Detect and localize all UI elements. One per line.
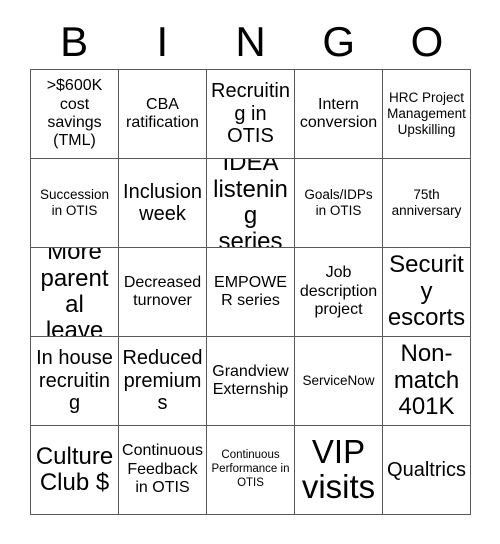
bingo-cell[interactable]: >$600K cost savings (TML)	[31, 70, 119, 159]
bingo-cell-label: CBA ratification	[126, 95, 199, 131]
bingo-cell[interactable]: Inclusion week	[119, 159, 207, 248]
bingo-grid: >$600K cost savings (TML) CBA ratificati…	[30, 69, 471, 515]
bingo-cell[interactable]: Qualtrics	[383, 426, 471, 515]
bingo-cell[interactable]: IDEA listening series	[207, 159, 295, 248]
bingo-cell-label: >$600K cost savings (TML)	[46, 77, 103, 150]
bingo-cell-label: Recruiting in OTIS	[211, 80, 290, 148]
bingo-cell[interactable]: Decreased turnover	[119, 248, 207, 337]
bingo-cell[interactable]: Succession in OTIS	[31, 159, 119, 248]
bingo-cell[interactable]: Security escorts	[383, 248, 471, 337]
bingo-cell-label: Security escorts	[387, 251, 466, 332]
bingo-cell[interactable]: EMPOWER series	[207, 248, 295, 337]
bingo-cell-label: Grandview Externship	[212, 362, 289, 398]
bingo-cell-label: IDEA listening series	[213, 159, 288, 248]
bingo-cell[interactable]: HRC Project Management Upskilling	[383, 70, 471, 159]
bingo-cell-label: Continuous Performance in OTIS	[211, 449, 290, 489]
bingo-cell[interactable]: Continuous Performance in OTIS	[207, 426, 295, 515]
bingo-cell-label: Culture Club $	[35, 442, 114, 496]
bingo-cell-label: Non-match 401K	[393, 340, 460, 421]
bingo-cell[interactable]: Intern conversion	[295, 70, 383, 159]
bingo-cell-label: Goals/IDPs in OTIS	[304, 187, 373, 218]
bingo-cell-label: Qualtrics	[387, 458, 466, 481]
header-letter-o: O	[410, 18, 444, 65]
bingo-cell[interactable]: VIP visits	[295, 426, 383, 515]
header-letter-b: B	[60, 18, 89, 65]
bingo-cell[interactable]: Recruiting in OTIS	[207, 70, 295, 159]
bingo-cell-label: In house recruiting	[36, 347, 113, 415]
bingo-cell[interactable]: 75th anniversary	[383, 159, 471, 248]
bingo-cell-label: Reduced premiums	[122, 347, 203, 415]
bingo-cell-label: Succession in OTIS	[39, 187, 110, 218]
header-letter-i: I	[156, 18, 169, 65]
bingo-header: B I N G O	[30, 16, 471, 68]
bingo-cell-label: Continuous Feedback in OTIS	[122, 442, 203, 497]
bingo-cell-label: Job description project	[299, 264, 378, 319]
bingo-cell-label: EMPOWER series	[214, 273, 287, 309]
bingo-cell[interactable]: Non-match 401K	[383, 337, 471, 426]
bingo-cell[interactable]: Grandview Externship	[207, 337, 295, 426]
bingo-cell[interactable]: Reduced premiums	[119, 337, 207, 426]
bingo-card: B I N G O >$600K cost savings (TML) CBA …	[0, 0, 500, 544]
header-letter-n: N	[235, 18, 266, 65]
bingo-cell[interactable]: Job description project	[295, 248, 383, 337]
header-letter-g: G	[322, 18, 356, 65]
bingo-cell-label: Inclusion week	[123, 180, 202, 225]
bingo-cell-label: ServiceNow	[302, 373, 375, 389]
bingo-cell-label: More parental leave	[40, 248, 109, 337]
bingo-cell-label: Decreased turnover	[123, 273, 202, 309]
bingo-cell[interactable]: Continuous Feedback in OTIS	[119, 426, 207, 515]
bingo-cell[interactable]: In house recruiting	[31, 337, 119, 426]
bingo-cell-label: VIP visits	[301, 433, 376, 505]
bingo-cell[interactable]: Goals/IDPs in OTIS	[295, 159, 383, 248]
bingo-cell[interactable]: More parental leave	[31, 248, 119, 337]
bingo-cell-label: Intern conversion	[299, 95, 378, 131]
bingo-cell-label: HRC Project Management Upskilling	[387, 90, 466, 137]
bingo-cell-label: 75th anniversary	[391, 187, 462, 218]
bingo-cell[interactable]: CBA ratification	[119, 70, 207, 159]
bingo-cell[interactable]: ServiceNow	[295, 337, 383, 426]
bingo-cell[interactable]: Culture Club $	[31, 426, 119, 515]
